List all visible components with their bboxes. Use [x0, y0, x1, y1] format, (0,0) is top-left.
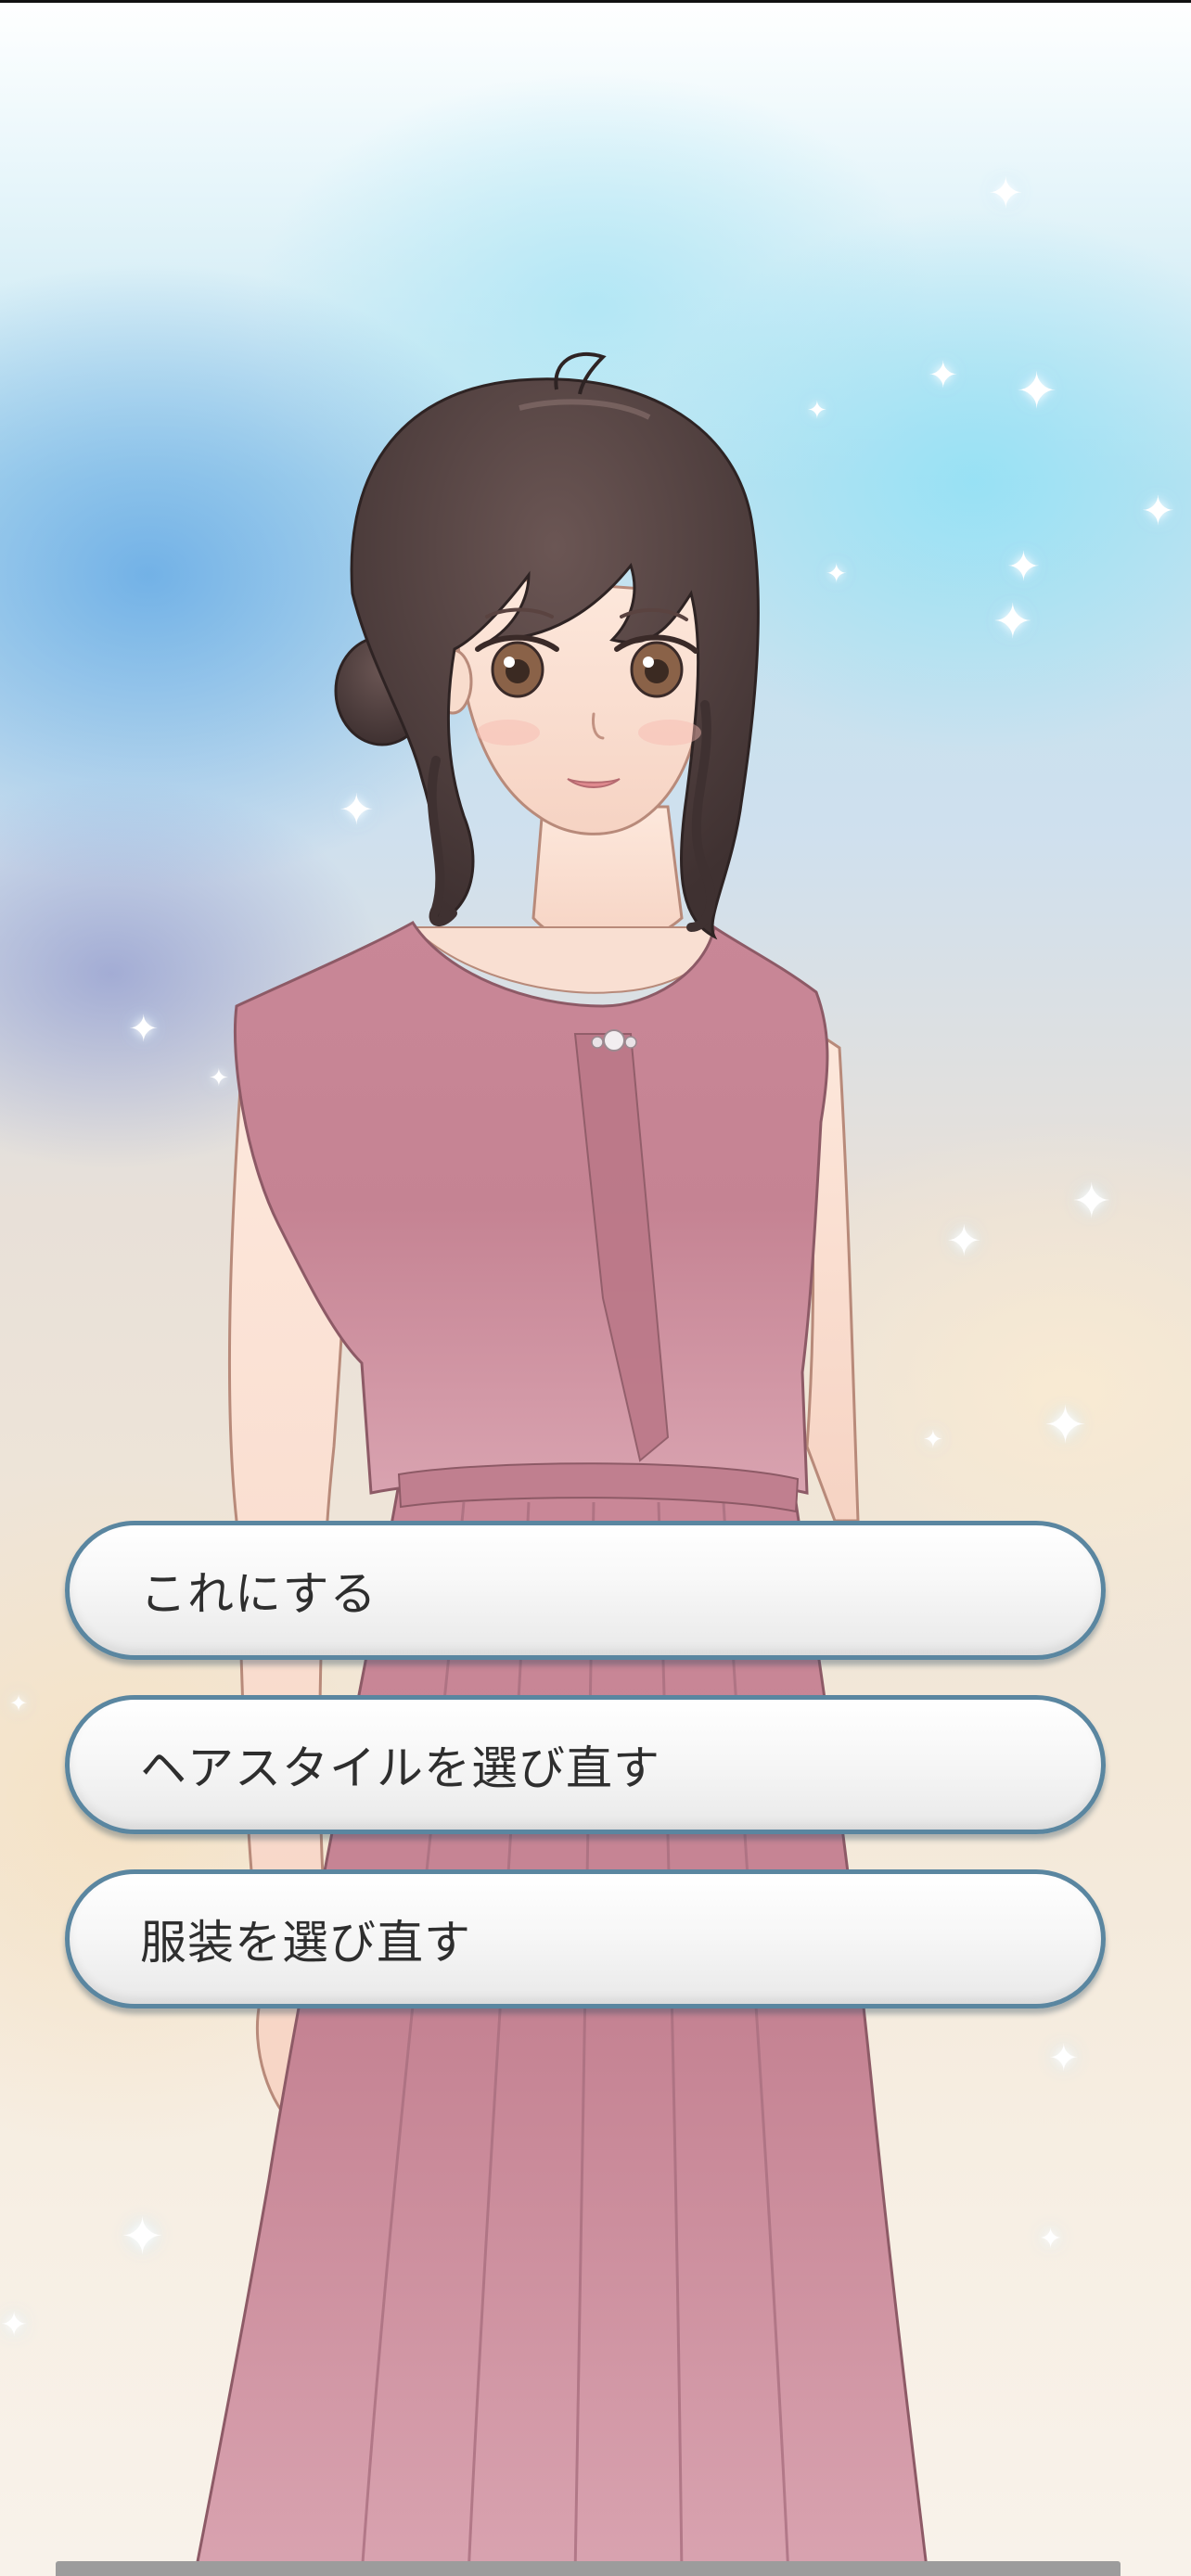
home-indicator-bar — [56, 2561, 1121, 2576]
choice-button-confirm[interactable]: これにする — [65, 1521, 1106, 1660]
game-screen: ✦ ✦ ✦ ✦ ✦ ✦ ✦ ✦ ✦ ✦ ✦ ✦ ✦ ✦ ✦ ✦ ✦ ✦ ✦ ✦ — [0, 0, 1191, 2576]
choice-button-reselect-hairstyle[interactable]: ヘアスタイルを選び直す — [65, 1695, 1106, 1834]
choice-menu: これにする ヘアスタイルを選び直す 服装を選び直す — [65, 1521, 1106, 2044]
character-illustration — [193, 351, 929, 2576]
choice-button-reselect-outfit[interactable]: 服装を選び直す — [65, 1869, 1106, 2009]
choice-label: 服装を選び直す — [140, 1916, 471, 1970]
choice-label: ヘアスタイルを選び直す — [140, 1741, 660, 1795]
choice-label: これにする — [140, 1567, 378, 1621]
